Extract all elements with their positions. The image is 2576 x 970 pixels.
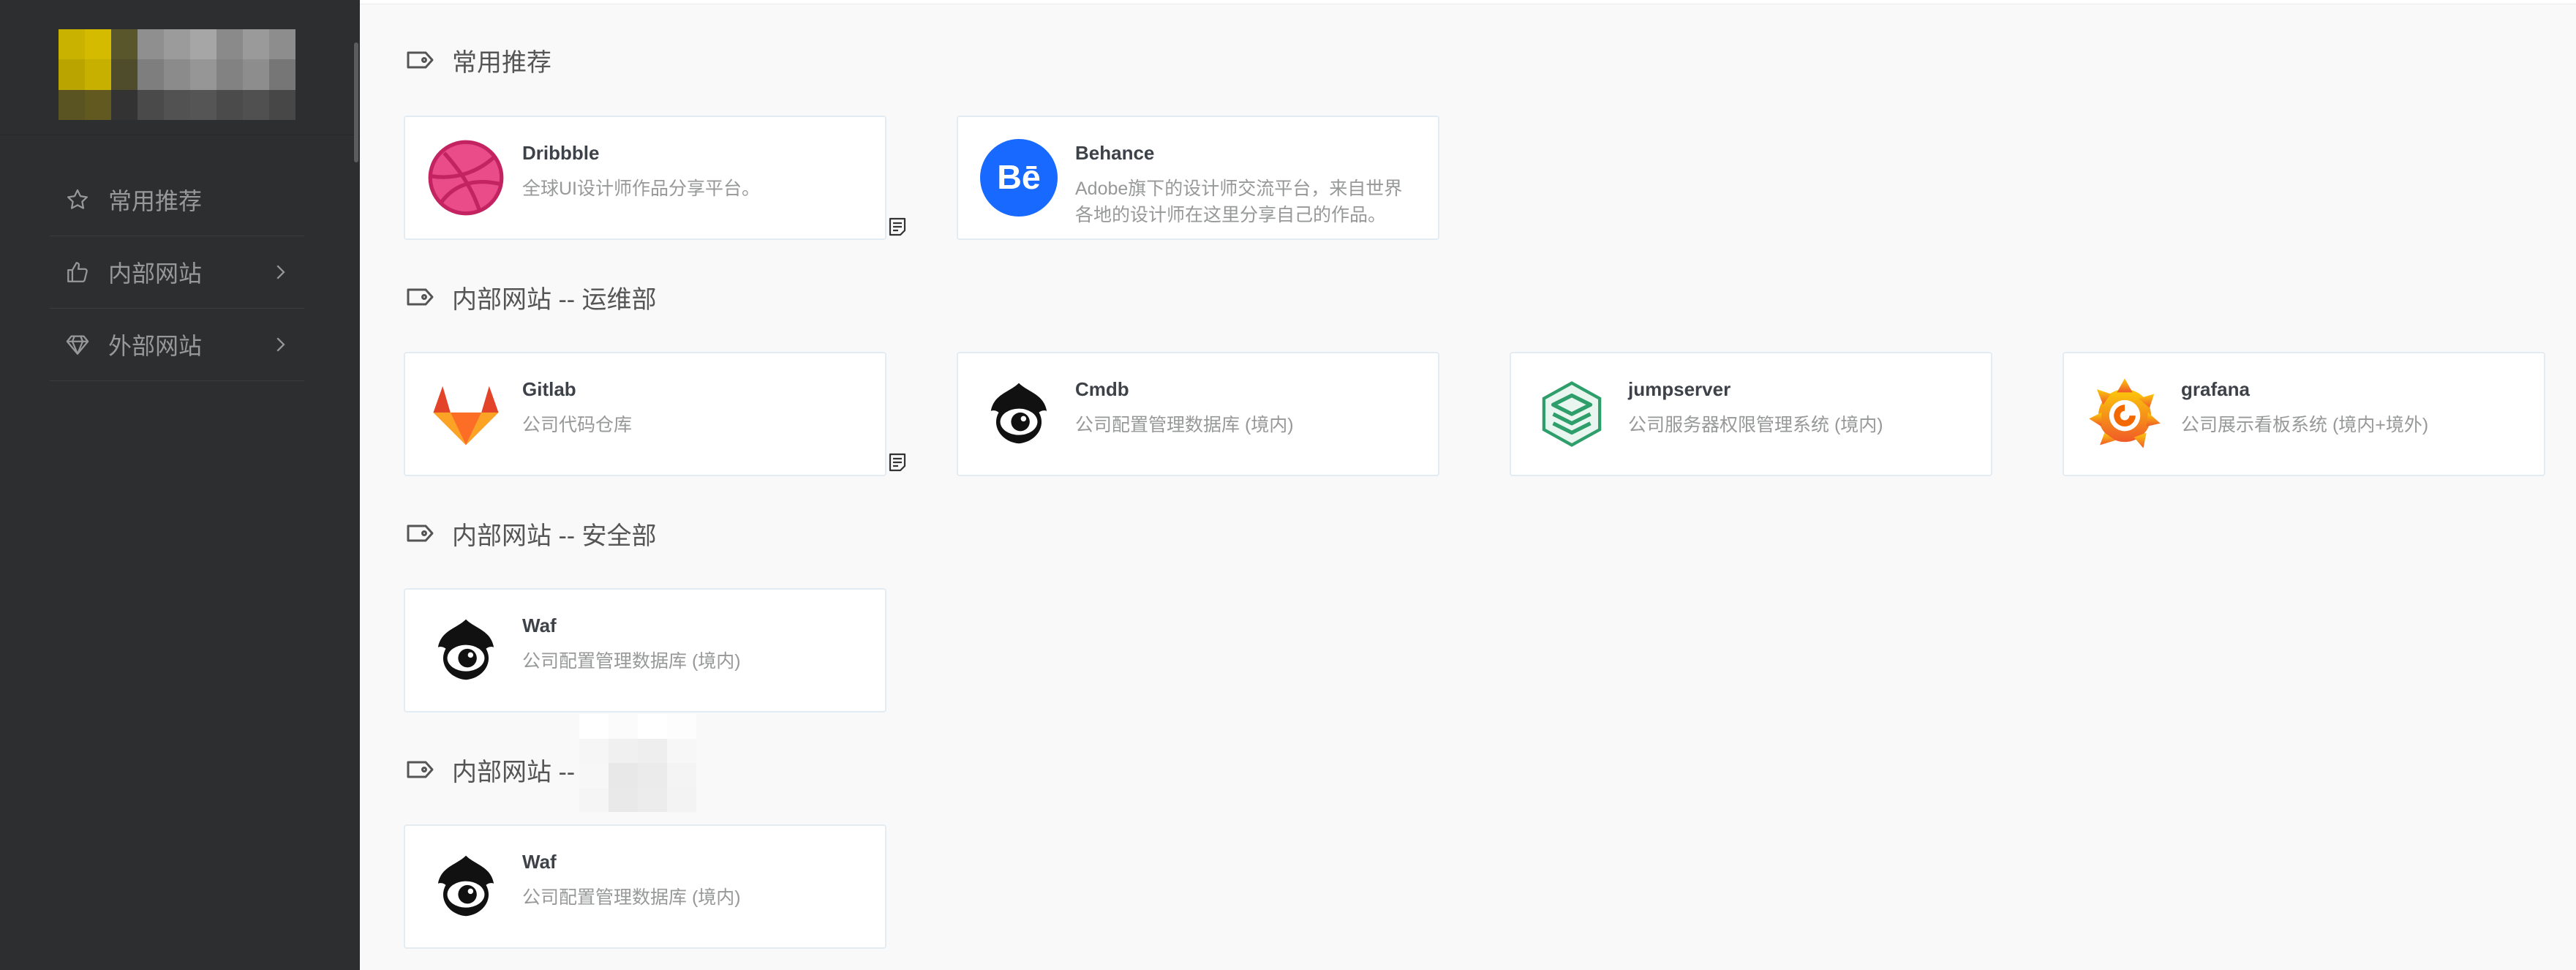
card-description: Adobe旗下的设计师交流平台，来自世界各地的设计师在这里分享自己的作品。 (1075, 178, 1403, 225)
site-card-grafana[interactable]: grafana 公司展示看板系统 (境内+境外) (2063, 352, 2545, 476)
site-card-waf[interactable]: Waf 公司配置管理数据库 (境内) (404, 588, 886, 713)
card-title: Gitlab (522, 378, 576, 400)
section-title-ops: 内部网站 -- 运维部 (405, 279, 657, 315)
gitlab-icon (433, 386, 499, 445)
sidebar: 常用推荐 内部网站 外部网站 (0, 0, 360, 970)
thumbs-up-icon (61, 256, 94, 288)
card-description: 公司配置管理数据库 (境内) (522, 651, 741, 672)
dribbble-icon (428, 140, 504, 216)
diamond-icon (61, 328, 94, 361)
sidebar-item-internal-sites[interactable]: 内部网站 (50, 236, 304, 309)
section-title-security: 内部网站 -- 安全部 (405, 516, 657, 551)
logo-area[interactable] (0, 0, 360, 135)
sidebar-menu: 常用推荐 内部网站 外部网站 (50, 164, 304, 381)
card-title: grafana (2181, 378, 2250, 400)
sidebar-item-label: 外部网站 (108, 333, 203, 359)
grafana-icon (2089, 378, 2161, 448)
site-card-jumpserver[interactable]: jumpserver 公司服务器权限管理系统 (境内) (1510, 352, 1992, 476)
behance-icon: Bē (980, 139, 1058, 217)
sidebar-scrollbar[interactable] (354, 42, 358, 162)
site-card-cmdb[interactable]: Cmdb 公司配置管理数据库 (境内) (957, 352, 1439, 476)
note-icon[interactable] (888, 452, 907, 473)
card-description: 公司代码仓库 (522, 415, 633, 435)
card-description: 公司服务器权限管理系统 (境内) (1628, 415, 1883, 435)
section-title-text: 常用推荐 (452, 48, 551, 77)
sidebar-item-recommended[interactable]: 常用推荐 (50, 164, 304, 236)
tag-icon (407, 761, 434, 778)
card-title: Behance (1075, 142, 1155, 164)
section-title-recommended: 常用推荐 (405, 42, 551, 78)
logo-image-redacted (59, 29, 295, 120)
card-title: jumpserver (1628, 378, 1731, 400)
card-description: 公司展示看板系统 (境内+境外) (2181, 415, 2429, 435)
eye-logo-icon (437, 619, 494, 680)
card-description: 公司配置管理数据库 (境内) (1075, 415, 1294, 435)
card-title: Dribbble (522, 142, 600, 164)
chevron-right-icon (276, 265, 285, 279)
svg-text:Bē: Bē (997, 158, 1041, 196)
section-title-text: 内部网站 -- 运维部 (452, 285, 657, 314)
site-card-gitlab[interactable]: Gitlab 公司代码仓库 (404, 352, 886, 476)
section-title-text: 内部网站 -- (452, 758, 576, 786)
eye-logo-icon (437, 855, 494, 917)
section-title-redacted-dept: 内部网站 -- (405, 752, 575, 787)
site-card-dribbble[interactable]: Dribbble 全球UI设计师作品分享平台。 (404, 116, 886, 240)
sidebar-item-label: 内部网站 (108, 260, 203, 287)
note-icon[interactable] (888, 217, 907, 237)
section-title-text: 内部网站 -- 安全部 (452, 522, 657, 550)
sidebar-item-label: 常用推荐 (108, 188, 203, 214)
jumpserver-icon (1542, 381, 1602, 447)
tag-icon (407, 288, 434, 306)
redacted-area (579, 714, 696, 812)
chevron-right-icon (276, 337, 285, 352)
card-title: Waf (522, 614, 557, 636)
main-content: 常用推荐 Dribbble 全球UI设计师作品分享平台。 Bē Behance … (360, 0, 2576, 970)
site-card-behance[interactable]: Bē Behance Adobe旗下的设计师交流平台，来自世界各地的设计师在这里… (957, 116, 1439, 240)
card-description: 全球UI设计师作品分享平台。 (522, 178, 761, 199)
site-card-waf[interactable]: Waf 公司配置管理数据库 (境内) (404, 824, 886, 949)
star-icon (61, 184, 94, 216)
card-title: Cmdb (1075, 378, 1129, 400)
eye-logo-icon (990, 383, 1047, 444)
card-description: 公司配置管理数据库 (境内) (522, 887, 741, 908)
tag-icon (407, 51, 434, 69)
top-bar-edge (360, 0, 2576, 4)
sidebar-item-external-sites[interactable]: 外部网站 (50, 309, 304, 381)
card-title: Waf (522, 851, 557, 873)
tag-icon (407, 525, 434, 542)
